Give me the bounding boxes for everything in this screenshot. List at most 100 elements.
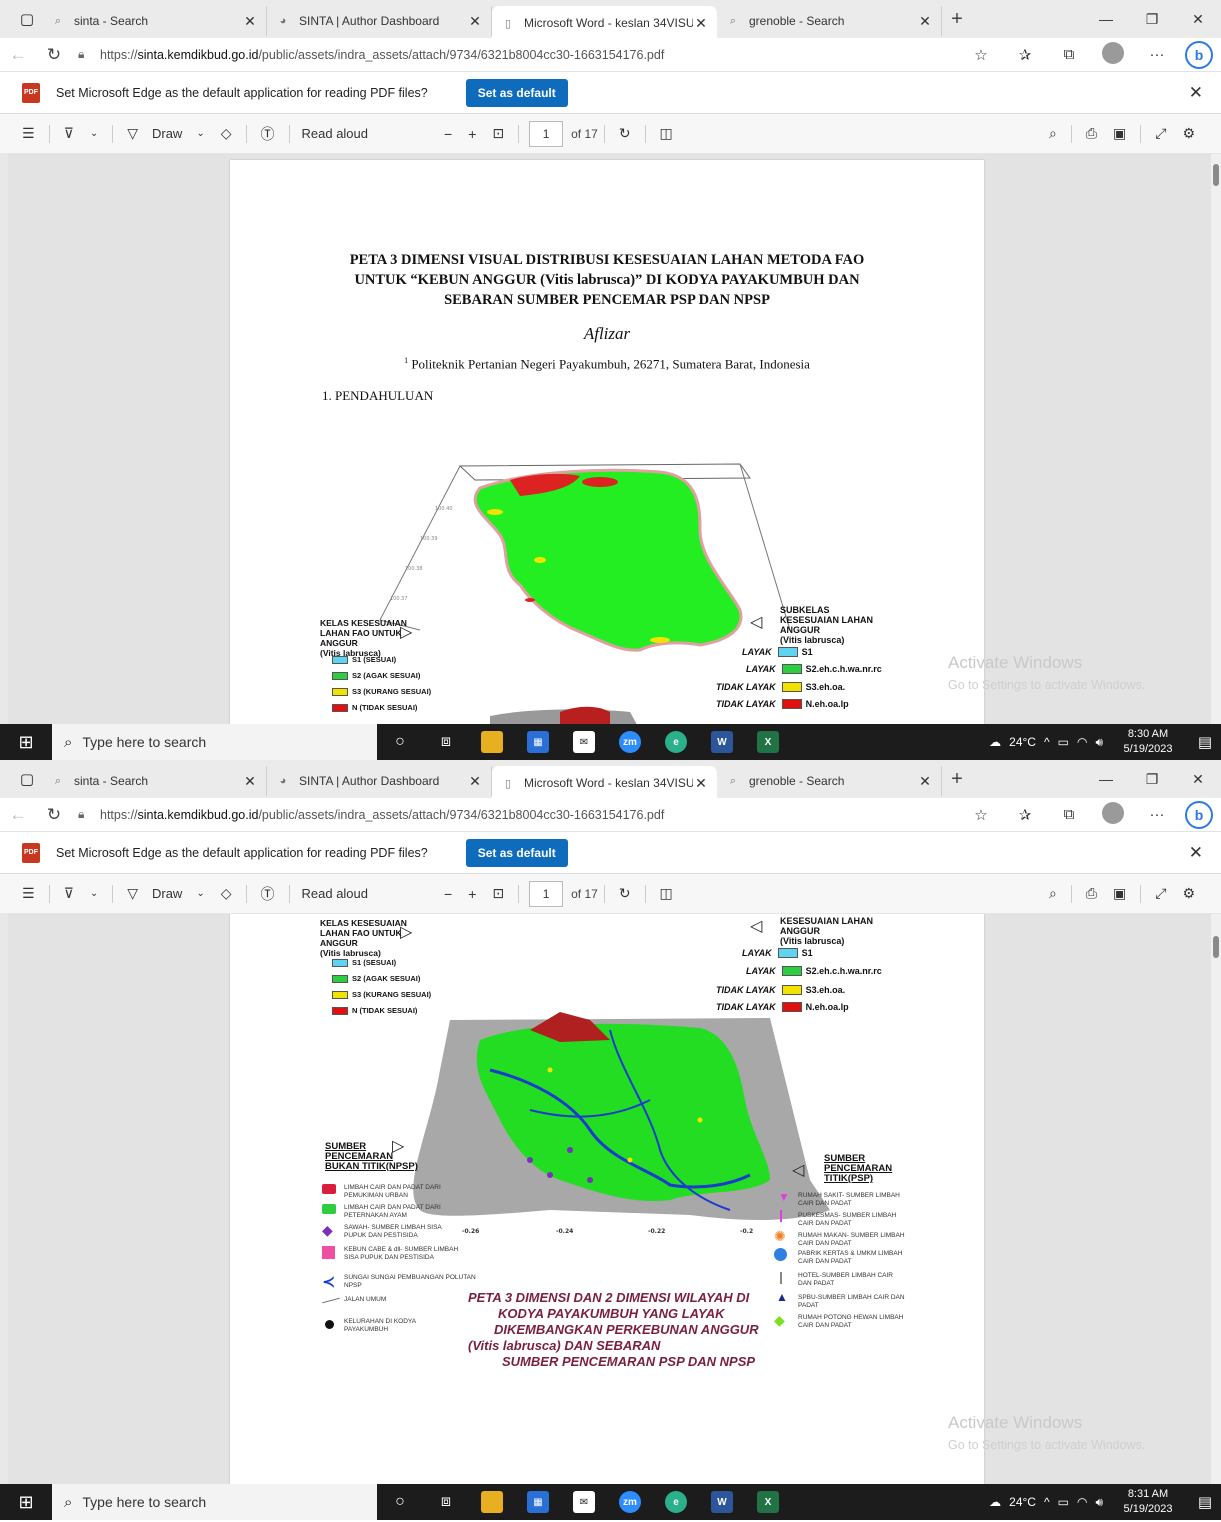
draw-icon[interactable]: ▽ [119,885,146,902]
search-icon[interactable]: ⌕ [1041,125,1065,142]
page-number-input[interactable]: 1 [529,120,564,147]
read-aloud-button[interactable]: Read aloud [296,886,375,901]
contents-icon[interactable]: ☰ [14,125,43,142]
volume-icon[interactable]: 🔊︎ [1095,735,1103,750]
draw-icon[interactable]: ▽ [119,125,146,142]
chevron-down-icon[interactable]: ⌄ [82,128,106,139]
collections-icon[interactable]: ⧉ [1047,806,1091,823]
text-icon[interactable]: Ⓣ [253,884,283,904]
clock[interactable]: 8:30 AM 5/19/2023 [1113,727,1183,757]
bing-icon[interactable]: b [1185,800,1213,829]
close-icon[interactable]: ✕ [1189,843,1203,863]
close-window-button[interactable]: ✕ [1175,11,1221,28]
profile-icon[interactable] [1091,801,1135,828]
draw-button[interactable]: Draw [146,886,188,901]
url-field[interactable]: 🔒︎ https://sinta.kemdikbud.go.id/public/… [78,802,959,828]
weather-icon[interactable]: ☁ [989,735,1001,749]
restore-button[interactable]: ❐ [1129,771,1175,788]
tab-actions-icon[interactable]: ▢ [12,764,42,794]
pdf-viewer[interactable]: PETA 3 DIMENSI VISUAL DISTRIBUSI KESESUA… [8,154,1211,726]
set-as-default-button[interactable]: Set as default [465,78,568,107]
word-icon[interactable]: W [699,724,745,760]
weather-icon[interactable]: ☁ [989,1495,1001,1509]
fullscreen-icon[interactable]: ⤢ [1147,125,1174,142]
store-icon[interactable]: ▦ [515,1484,561,1520]
minimize-button[interactable]: — [1083,771,1129,788]
store-icon[interactable]: ▦ [515,724,561,760]
lock-icon[interactable]: 🔒︎ [78,807,100,822]
clock[interactable]: 8:31 AM 5/19/2023 [1113,1487,1183,1517]
wifi-icon[interactable]: ◠ [1077,735,1087,749]
settings-icon[interactable]: ⚙ [1174,125,1203,142]
fit-page-icon[interactable]: ⊡ [484,125,512,142]
rotate-icon[interactable]: ↻ [611,885,639,902]
close-icon[interactable]: ✕ [917,773,933,790]
url-field[interactable]: 🔒︎ https://sinta.kemdikbud.go.id/public/… [78,42,959,68]
pdf-viewer[interactable]: KELAS KESESUAIAN LAHAN FAO UNTUK ANGGUR … [8,914,1211,1486]
highlight-icon[interactable]: ⊽ [56,125,82,142]
fit-page-icon[interactable]: ⊡ [484,885,512,902]
new-tab-button[interactable]: + [942,8,972,31]
chevron-down-icon[interactable]: ⌄ [188,888,212,899]
text-icon[interactable]: Ⓣ [253,124,283,144]
tab-actions-icon[interactable]: ▢ [12,4,42,34]
edge-icon[interactable]: e [653,1484,699,1520]
cortana-icon[interactable]: ○ [377,724,423,760]
vertical-scrollbar[interactable] [1211,154,1221,726]
zoom-out-icon[interactable]: − [436,126,460,142]
draw-button[interactable]: Draw [146,126,188,141]
bing-icon[interactable]: b [1185,40,1213,69]
more-icon[interactable]: ··· [1135,46,1179,63]
new-tab-button[interactable]: + [942,768,972,791]
notification-icon[interactable]: ▤ [1189,733,1221,751]
minimize-button[interactable]: — [1083,11,1129,28]
windows-start-icon[interactable]: ⊞ [0,724,52,760]
notification-icon[interactable]: ▤ [1189,1493,1221,1511]
weather-temp[interactable]: 24°C [1009,1495,1036,1509]
zoom-icon[interactable]: zm [607,724,653,760]
cortana-icon[interactable]: ○ [377,1484,423,1520]
collections-icon[interactable]: ⧉ [1047,46,1091,63]
page-number-input[interactable]: 1 [529,880,564,907]
mail-icon[interactable]: ✉ [561,724,607,760]
print-icon[interactable]: ⎙ [1078,125,1105,142]
favorite-icon[interactable]: ☆ [959,806,1003,824]
chevron-down-icon[interactable]: ⌄ [82,888,106,899]
lock-icon[interactable]: 🔒︎ [78,47,100,62]
word-icon[interactable]: W [699,1484,745,1520]
close-icon[interactable]: ✕ [917,13,933,30]
set-as-default-button[interactable]: Set as default [465,838,568,867]
read-aloud-button[interactable]: Read aloud [296,126,375,141]
zoom-out-icon[interactable]: − [436,886,460,902]
tab-sinta-search[interactable]: ⌕ sinta - Search ✕ [42,766,267,796]
profile-icon[interactable] [1091,41,1135,68]
excel-icon[interactable]: X [745,1484,791,1520]
tab-grenoble-search[interactable]: ⌕ grenoble - Search ✕ [717,6,942,36]
tab-sinta-dashboard[interactable]: ◕ SINTA | Author Dashboard ✕ [267,766,492,796]
close-icon[interactable]: ✕ [467,13,483,30]
taskbar-search[interactable]: ⌕ Type here to search [52,1484,377,1520]
close-icon[interactable]: ✕ [1189,83,1203,103]
close-icon[interactable]: ✕ [693,15,709,32]
chevron-up-icon[interactable]: ^ [1044,1495,1050,1509]
save-icon[interactable]: ▣ [1105,125,1134,142]
back-button[interactable]: ← [0,805,36,825]
close-window-button[interactable]: ✕ [1175,771,1221,788]
page-view-icon[interactable]: ◫ [652,125,681,142]
edge-icon[interactable]: e [653,724,699,760]
favorites-icon[interactable]: ✰ [1003,806,1047,824]
taskbar-search[interactable]: ⌕ Type here to search [52,724,377,760]
rotate-icon[interactable]: ↻ [611,125,639,142]
excel-icon[interactable]: X [745,724,791,760]
page-view-icon[interactable]: ◫ [652,885,681,902]
tab-word-doc[interactable]: ▯ Microsoft Word - keslan 34VISUA ✕ [492,766,717,800]
contents-icon[interactable]: ☰ [14,885,43,902]
eraser-icon[interactable]: ◇ [213,125,240,142]
wifi-icon[interactable]: ◠ [1077,1495,1087,1509]
tab-sinta-search[interactable]: ⌕ sinta - Search ✕ [42,6,267,36]
network-icon[interactable]: ▭ [1058,735,1069,749]
tab-grenoble-search[interactable]: ⌕ grenoble - Search ✕ [717,766,942,796]
file-explorer-icon[interactable] [469,1484,515,1520]
close-icon[interactable]: ✕ [693,775,709,792]
search-icon[interactable]: ⌕ [1041,885,1065,902]
